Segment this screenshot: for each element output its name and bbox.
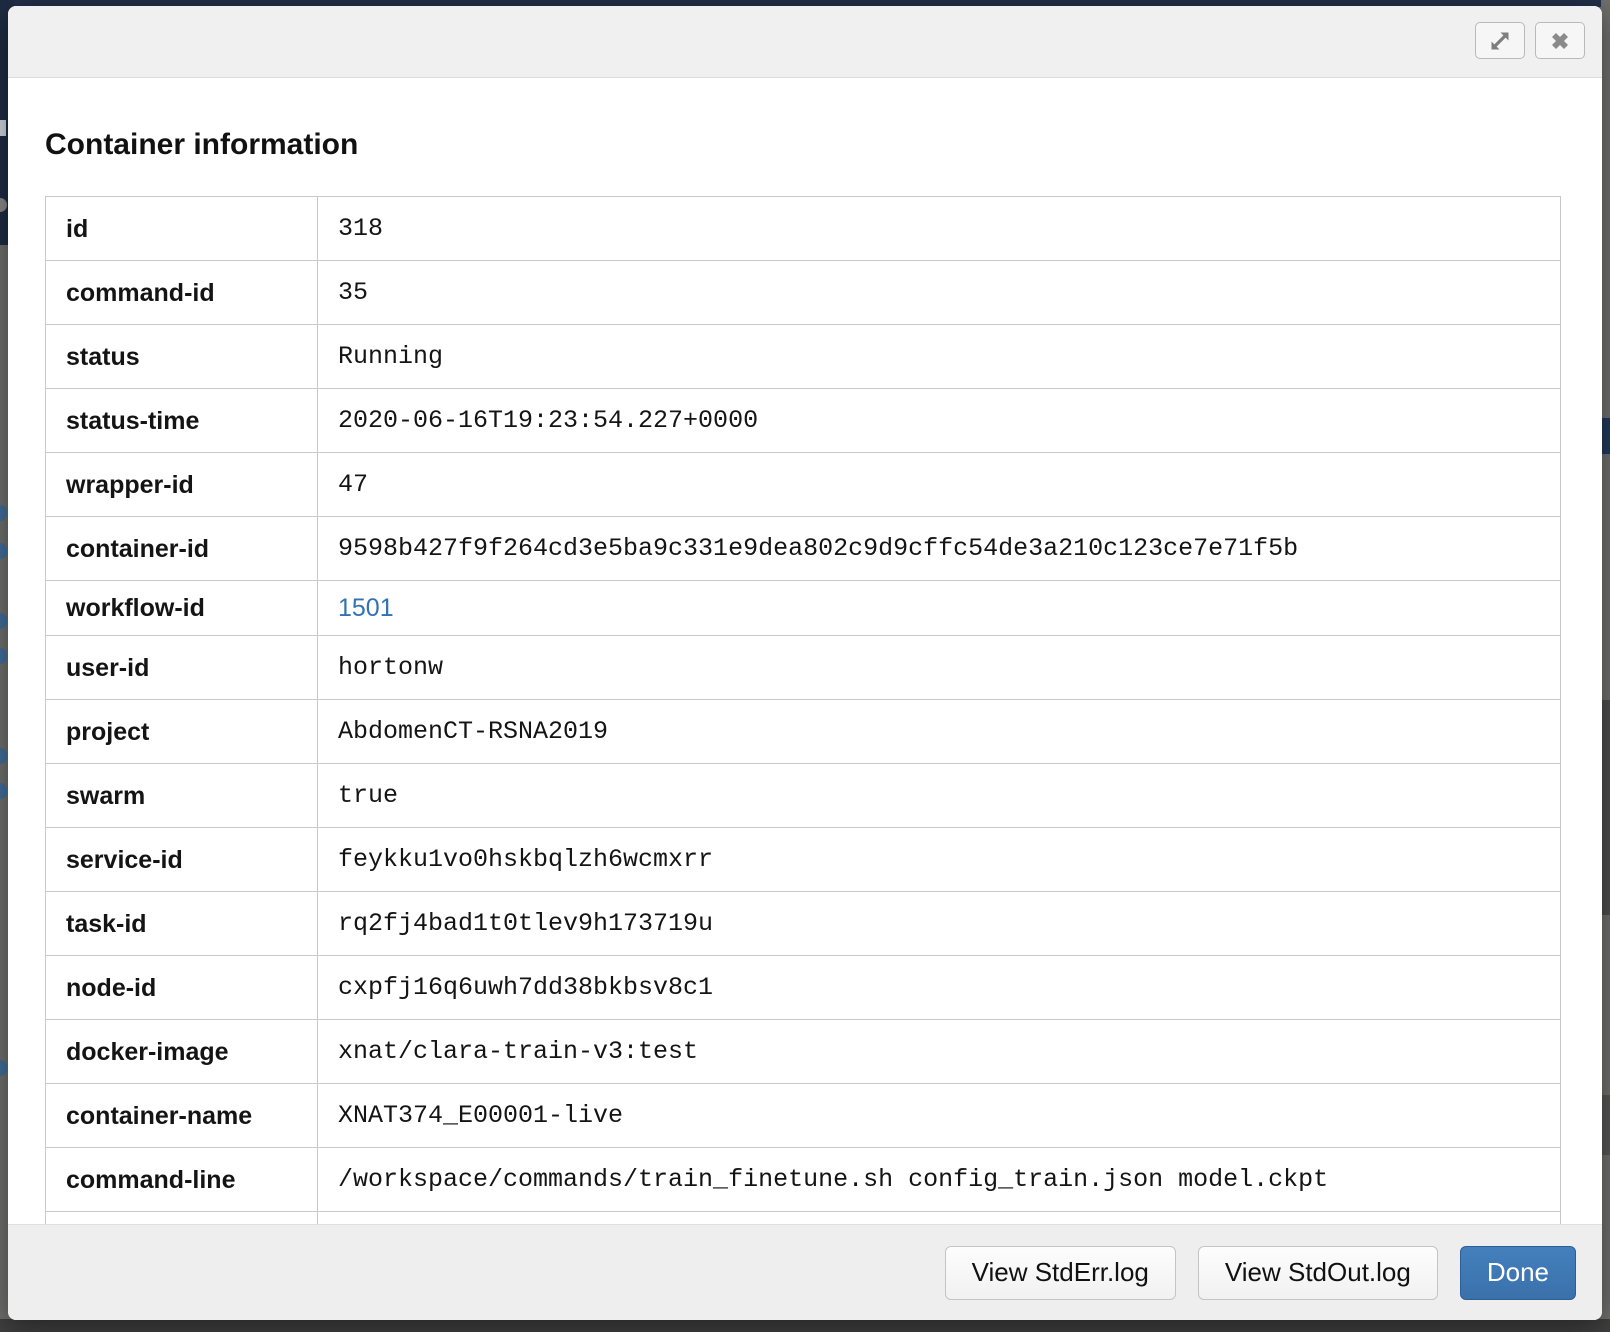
property-value: true	[338, 775, 1470, 816]
table-row: swarm true	[46, 764, 1561, 828]
property-value-cell: 47	[318, 453, 1561, 517]
property-value-cell: AbdomenCT-RSNA2019	[318, 700, 1561, 764]
table-row: container-id 9598b427f9f264cd3e5ba9c331e…	[46, 517, 1561, 581]
property-value-cell: XNAT374_E00001-live	[318, 1084, 1561, 1148]
property-value: cxpfj16q6uwh7dd38bkbsv8c1	[338, 967, 1470, 1008]
property-value: 35	[338, 272, 1470, 313]
property-label: container-id	[46, 517, 318, 581]
property-label: swarm	[46, 764, 318, 828]
view-stderr-log-button[interactable]: View StdErr.log	[945, 1246, 1176, 1300]
close-button[interactable]	[1535, 22, 1585, 59]
maximize-button[interactable]	[1475, 22, 1525, 59]
property-value-cell: xnat/clara-train-v3:test	[318, 1020, 1561, 1084]
property-value-cell: feykku1vo0hskbqlzh6wcmxrr	[318, 828, 1561, 892]
dialog-title: Container information	[45, 128, 1561, 162]
property-value: 2020-06-16T19:23:54.227+0000	[338, 400, 1470, 441]
background-link-fragment	[0, 748, 7, 764]
property-label: command-id	[46, 261, 318, 325]
property-value-cell: 2020-06-16T19:23:54.227+0000	[318, 389, 1561, 453]
table-row: container-name XNAT374_E00001-live	[46, 1084, 1561, 1148]
property-value: 9598b427f9f264cd3e5ba9c331e9dea802c9d9cf…	[338, 528, 1470, 569]
property-value: Running	[338, 336, 1470, 377]
property-label: status	[46, 325, 318, 389]
property-value-cell: 9598b427f9f264cd3e5ba9c331e9dea802c9d9cf…	[318, 517, 1561, 581]
background-text-fragment	[0, 120, 6, 136]
background-right-fragment	[1601, 418, 1610, 454]
property-value-cell: /workspace/commands/train_finetune.sh co…	[318, 1148, 1561, 1212]
property-value: feykku1vo0hskbqlzh6wcmxrr	[338, 839, 1470, 880]
property-value: hortonw	[338, 647, 1470, 688]
container-info-table: id 318 command-id 35 status Running stat…	[45, 196, 1561, 1320]
property-label: wrapper-id	[46, 453, 318, 517]
property-label: workflow-id	[46, 581, 318, 636]
property-value: 47	[338, 464, 1470, 505]
table-row: task-id rq2fj4bad1t0tlev9h173719u	[46, 892, 1561, 956]
property-value-cell: 1501	[318, 581, 1561, 636]
property-label: service-id	[46, 828, 318, 892]
table-row: node-id cxpfj16q6uwh7dd38bkbsv8c1	[46, 956, 1561, 1020]
property-value: AbdomenCT-RSNA2019	[338, 711, 1470, 752]
property-value-cell: Running	[318, 325, 1561, 389]
property-value-cell: hortonw	[318, 636, 1561, 700]
table-row: id 318	[46, 197, 1561, 261]
done-button[interactable]: Done	[1460, 1246, 1576, 1300]
table-row: docker-image xnat/clara-train-v3:test	[46, 1020, 1561, 1084]
property-label: command-line	[46, 1148, 318, 1212]
background-bottom-strip	[0, 1319, 1610, 1332]
property-value-cell: cxpfj16q6uwh7dd38bkbsv8c1	[318, 956, 1561, 1020]
dialog-footer: View StdErr.log View StdOut.log Done	[8, 1224, 1602, 1320]
close-x-icon	[1548, 29, 1572, 53]
background-link-fragment	[0, 543, 7, 559]
table-row: project AbdomenCT-RSNA2019	[46, 700, 1561, 764]
dialog-header	[8, 6, 1602, 78]
property-value: XNAT374_E00001-live	[338, 1095, 1470, 1136]
property-value: xnat/clara-train-v3:test	[338, 1031, 1470, 1072]
property-value-cell: true	[318, 764, 1561, 828]
background-scrollbar-fragment	[1601, 700, 1610, 915]
property-label: container-name	[46, 1084, 318, 1148]
background-link-fragment	[0, 613, 7, 629]
property-value: 318	[338, 208, 1470, 249]
background-link-fragment	[0, 1060, 7, 1076]
property-value: /workspace/commands/train_finetune.sh co…	[338, 1159, 1470, 1200]
property-label: status-time	[46, 389, 318, 453]
table-row: command-line /workspace/commands/train_f…	[46, 1148, 1561, 1212]
table-row: wrapper-id 47	[46, 453, 1561, 517]
property-label: project	[46, 700, 318, 764]
view-stdout-log-button[interactable]: View StdOut.log	[1198, 1246, 1438, 1300]
background-scrollbar-fragment	[1601, 1095, 1610, 1155]
table-row: workflow-id 1501	[46, 581, 1561, 636]
property-label: id	[46, 197, 318, 261]
table-row: user-id hortonw	[46, 636, 1561, 700]
background-link-fragment	[0, 783, 7, 799]
background-link-fragment	[0, 648, 7, 664]
property-value-cell: 318	[318, 197, 1561, 261]
property-label: task-id	[46, 892, 318, 956]
property-value-cell: rq2fj4bad1t0tlev9h173719u	[318, 892, 1561, 956]
expand-diagonal-icon	[1487, 28, 1513, 54]
dialog-body: Container information id 318 command-id …	[8, 78, 1602, 1320]
workflow-id-link[interactable]: 1501	[338, 594, 394, 622]
container-information-dialog: Container information id 318 command-id …	[8, 6, 1602, 1320]
background-link-fragment	[0, 505, 7, 521]
property-label: node-id	[46, 956, 318, 1020]
property-label: user-id	[46, 636, 318, 700]
table-row: status Running	[46, 325, 1561, 389]
table-row: service-id feykku1vo0hskbqlzh6wcmxrr	[46, 828, 1561, 892]
property-value-cell: 35	[318, 261, 1561, 325]
property-value: rq2fj4bad1t0tlev9h173719u	[338, 903, 1470, 944]
table-row: status-time 2020-06-16T19:23:54.227+0000	[46, 389, 1561, 453]
table-row: command-id 35	[46, 261, 1561, 325]
property-label: docker-image	[46, 1020, 318, 1084]
